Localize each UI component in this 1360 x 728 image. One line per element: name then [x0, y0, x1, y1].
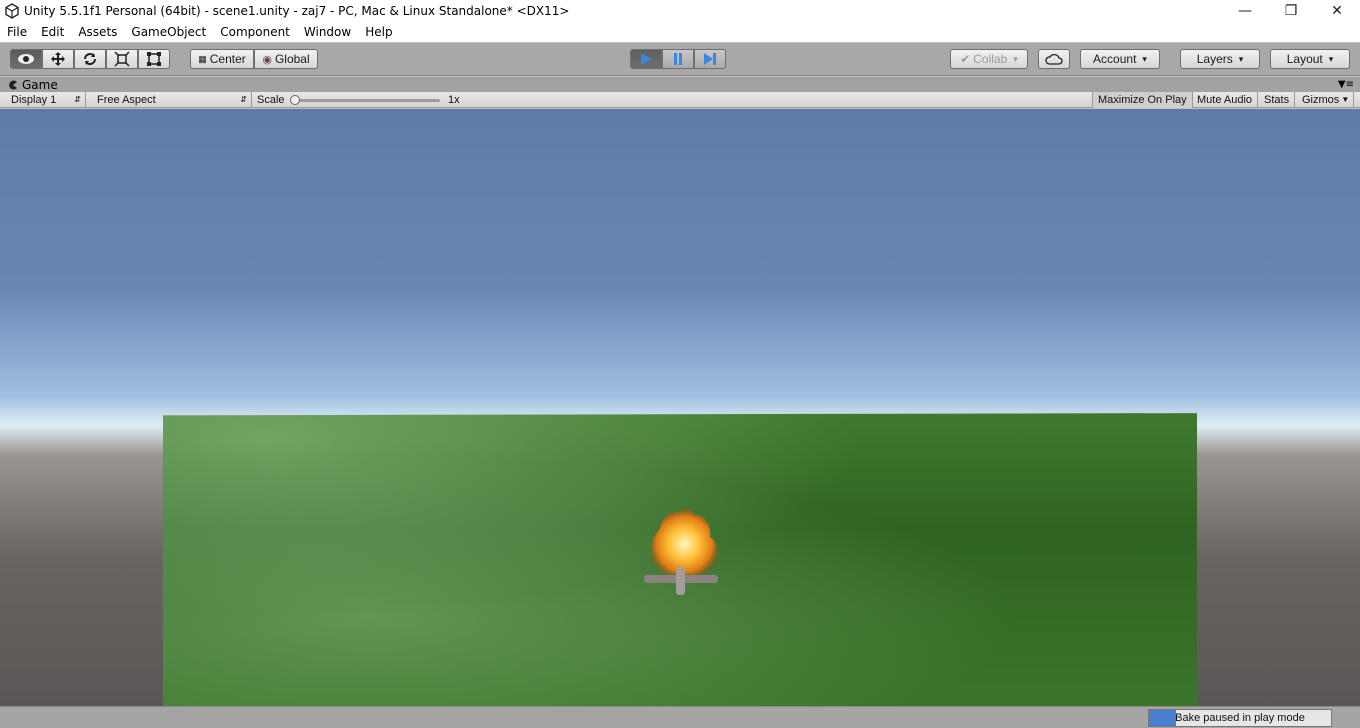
pause-icon	[674, 53, 682, 65]
game-pacman-icon	[9, 80, 17, 89]
chevron-down-icon: ▼	[1341, 95, 1350, 104]
updown-arrow-icon: ⇵	[240, 95, 247, 104]
maximize-on-play-toggle[interactable]: Maximize On Play	[1092, 92, 1193, 108]
scale-slider-thumb[interactable]	[290, 95, 300, 105]
collab-label: Collab	[973, 52, 1008, 66]
cloud-icon	[1045, 53, 1063, 65]
collab-dropdown[interactable]: ✔ Collab	[950, 49, 1028, 69]
layers-dropdown[interactable]: Layers	[1180, 49, 1260, 69]
eye-icon	[18, 54, 34, 64]
gizmos-label: Gizmos	[1302, 94, 1340, 106]
stats-toggle[interactable]: Stats	[1259, 92, 1296, 108]
rotate-tool-button[interactable]	[74, 49, 106, 69]
panel-tab-bar: Game ▼≡	[0, 77, 1360, 92]
main-toolbar: ▦ Center ◉ Global ✔ Collab Account Layer…	[0, 43, 1360, 76]
rect-transform-icon	[147, 52, 161, 66]
bake-progress-bar[interactable]: Bake paused in play mode	[1148, 709, 1332, 727]
window-title: Unity 5.5.1f1 Personal (64bit) - scene1.…	[24, 4, 570, 18]
game-viewport[interactable]	[0, 109, 1360, 706]
menu-help[interactable]: Help	[358, 22, 399, 42]
account-dropdown[interactable]: Account	[1080, 49, 1160, 69]
pivot-icon: ▦	[198, 53, 207, 64]
gizmos-dropdown[interactable]: Gizmos ▼	[1297, 92, 1355, 108]
layout-dropdown[interactable]: Layout	[1270, 49, 1350, 69]
campfire-icon	[644, 506, 719, 595]
game-view-toolbar: Display 1 ⇵ Free Aspect ⇵ Scale 1x Maxim…	[0, 92, 1360, 108]
mute-audio-toggle[interactable]: Mute Audio	[1192, 92, 1259, 108]
scale-tool-button[interactable]	[106, 49, 138, 69]
pause-button[interactable]	[662, 49, 694, 69]
step-icon	[704, 53, 716, 65]
mute-label: Mute Audio	[1197, 94, 1253, 106]
view-tool-button[interactable]	[10, 49, 42, 69]
status-bar: Bake paused in play mode	[0, 706, 1360, 728]
aspect-dropdown[interactable]: Free Aspect ⇵	[92, 92, 252, 108]
title-bar: Unity 5.5.1f1 Personal (64bit) - scene1.…	[0, 0, 1360, 22]
unity-logo-icon	[5, 3, 19, 19]
close-icon: ✕	[1331, 3, 1343, 19]
menu-gameobject[interactable]: GameObject	[124, 22, 213, 42]
pivot-global-button[interactable]: ◉ Global	[254, 49, 318, 69]
minimize-icon: —	[1238, 3, 1252, 19]
close-button[interactable]: ✕	[1314, 0, 1360, 22]
step-button[interactable]	[694, 49, 726, 69]
display-dropdown[interactable]: Display 1 ⇵	[6, 92, 86, 108]
menu-file[interactable]: File	[0, 22, 34, 42]
cloud-button[interactable]	[1038, 49, 1070, 69]
updown-arrow-icon: ⇵	[74, 95, 81, 104]
menu-edit[interactable]: Edit	[34, 22, 71, 42]
bake-status-label: Bake paused in play mode	[1175, 712, 1305, 724]
stats-label: Stats	[1264, 94, 1290, 106]
menu-bar: File Edit Assets GameObject Component Wi…	[0, 22, 1360, 42]
menu-component[interactable]: Component	[213, 22, 297, 42]
maximize-label: Maximize On Play	[1098, 94, 1187, 106]
move-tool-button[interactable]	[42, 49, 74, 69]
scale-icon	[114, 51, 130, 67]
game-tab-label: Game	[22, 77, 58, 92]
display-label: Display 1	[11, 94, 57, 106]
check-icon: ✔	[960, 52, 971, 66]
rotate-icon	[84, 53, 96, 65]
aspect-label: Free Aspect	[97, 94, 156, 106]
menu-window[interactable]: Window	[297, 22, 358, 42]
play-button[interactable]	[630, 49, 662, 69]
scale-label: Scale	[257, 94, 285, 106]
scale-slider[interactable]	[292, 99, 440, 102]
minimize-button[interactable]: —	[1222, 0, 1268, 22]
rect-tool-button[interactable]	[138, 49, 170, 69]
play-icon	[641, 53, 652, 65]
layers-label: Layers	[1196, 52, 1233, 66]
scale-value: 1x	[448, 94, 460, 106]
restore-icon: ❐	[1284, 3, 1298, 19]
layout-label: Layout	[1286, 52, 1323, 66]
panel-menu-icon[interactable]: ▼≡	[1338, 79, 1354, 90]
globe-icon: ◉	[262, 53, 272, 66]
account-label: Account	[1093, 52, 1137, 66]
pivot-label: Center	[209, 52, 246, 66]
pivot-center-button[interactable]: ▦ Center	[190, 49, 254, 69]
game-tab[interactable]: Game	[8, 77, 58, 92]
space-label: Global	[274, 52, 310, 66]
move-arrows-icon	[51, 52, 65, 66]
menu-assets[interactable]: Assets	[71, 22, 124, 42]
restore-button[interactable]: ❐	[1268, 0, 1314, 22]
